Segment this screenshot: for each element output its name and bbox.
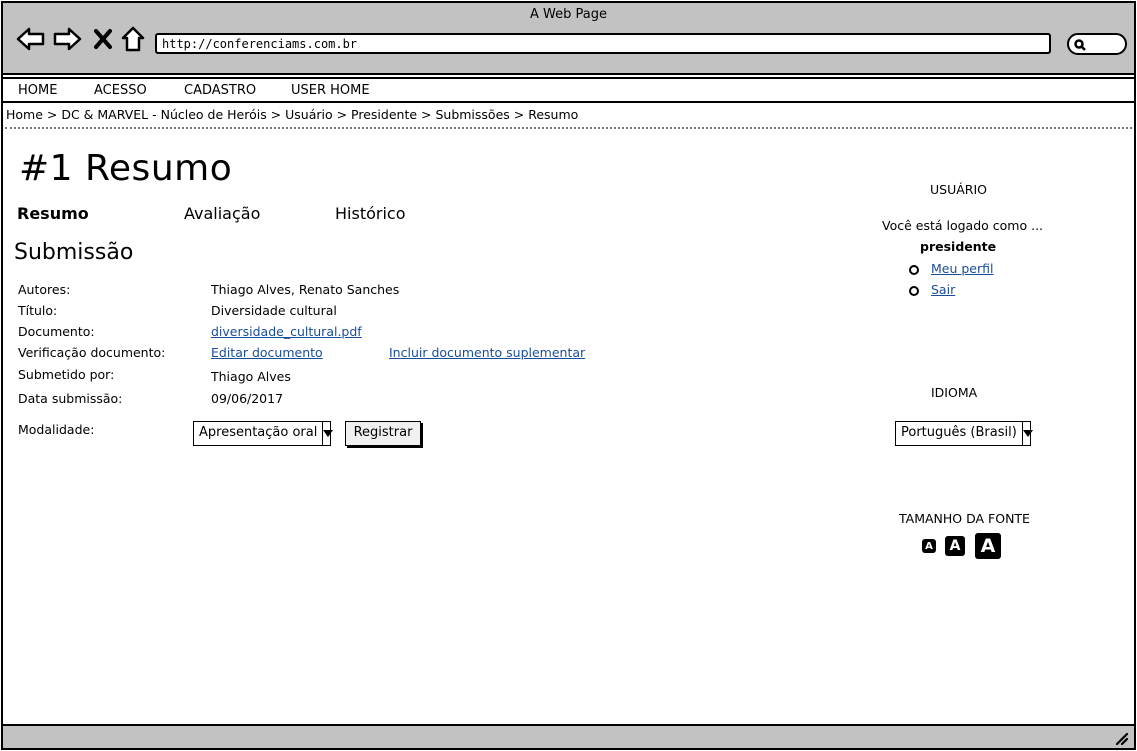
tab-historico[interactable]: Histórico [335, 204, 405, 223]
bullet-icon [909, 265, 919, 275]
url-input[interactable]: http://conferenciams.com.br [155, 33, 1051, 54]
top-menu: HOME ACESSO CADASTRO USER HOME [3, 77, 1134, 103]
divider [5, 127, 1132, 129]
font-medium-button[interactable]: A [945, 536, 965, 556]
chevron-down-icon [1021, 422, 1033, 445]
register-button[interactable]: Registrar [345, 421, 421, 446]
search-icon [1074, 39, 1086, 51]
document-link[interactable]: diversidade_cultural.pdf [211, 324, 362, 339]
edit-document-link[interactable]: Editar documento [211, 345, 323, 360]
menu-item-user-home[interactable]: USER HOME [291, 83, 370, 98]
user-heading: USUÁRIO [930, 182, 987, 197]
authors-label: Autores: [18, 282, 71, 297]
browser-search-input[interactable] [1067, 33, 1127, 55]
profile-link[interactable]: Meu perfil [931, 261, 993, 276]
page-title: #1 Resumo [19, 148, 233, 189]
language-heading: IDIOMA [931, 385, 978, 400]
date-label: Data submissão: [18, 391, 123, 406]
submitted-by-label: Submetido por: [18, 367, 115, 382]
submitted-by-value: Thiago Alves [211, 369, 291, 384]
bullet-icon [909, 286, 919, 296]
font-small-button[interactable]: A [922, 539, 936, 553]
tab-avaliacao[interactable]: Avaliação [184, 204, 260, 223]
breadcrumb[interactable]: Home > DC & MARVEL - Núcleo de Heróis > … [6, 107, 578, 122]
tab-resumo[interactable]: Resumo [17, 204, 89, 223]
menu-item-cadastro[interactable]: CADASTRO [184, 83, 256, 98]
chevron-down-icon [322, 422, 334, 445]
modality-select[interactable]: Apresentação oral [193, 421, 334, 446]
status-bar [3, 724, 1134, 748]
modality-selected-value: Apresentação oral [199, 425, 318, 440]
back-icon[interactable] [15, 23, 47, 55]
document-label: Documento: [18, 324, 95, 339]
font-large-button[interactable]: A [975, 533, 1001, 559]
modality-label: Modalidade: [18, 422, 95, 437]
forward-icon[interactable] [51, 23, 83, 55]
close-icon[interactable] [87, 23, 119, 55]
menu-item-acesso[interactable]: ACESSO [94, 83, 147, 98]
language-select[interactable]: Português (Brasil) [895, 421, 1033, 446]
date-value: 09/06/2017 [211, 391, 284, 406]
logged-in-text: Você está logado como ... [882, 218, 1044, 233]
section-title: Submissão [14, 240, 134, 265]
browser-chrome: A Web Page http://conferenciams.com.br [3, 3, 1134, 75]
language-selected-value: Português (Brasil) [901, 425, 1017, 440]
add-supplementary-document-link[interactable]: Incluir documento suplementar [389, 345, 585, 360]
menu-item-home[interactable]: HOME [18, 83, 57, 98]
logout-link[interactable]: Sair [931, 282, 955, 297]
home-icon[interactable] [117, 23, 149, 55]
browser-window: A Web Page http://conferenciams.com.br H… [1, 1, 1136, 750]
verification-label: Verificação documento: [18, 345, 166, 360]
window-title: A Web Page [530, 7, 607, 22]
authors-value: Thiago Alves, Renato Sanches [211, 282, 400, 297]
title-label: Título: [18, 303, 58, 318]
username: presidente [920, 239, 997, 254]
resize-handle-icon[interactable] [1114, 731, 1128, 745]
font-size-heading: TAMANHO DA FONTE [899, 511, 1030, 526]
title-value: Diversidade cultural [211, 303, 337, 318]
